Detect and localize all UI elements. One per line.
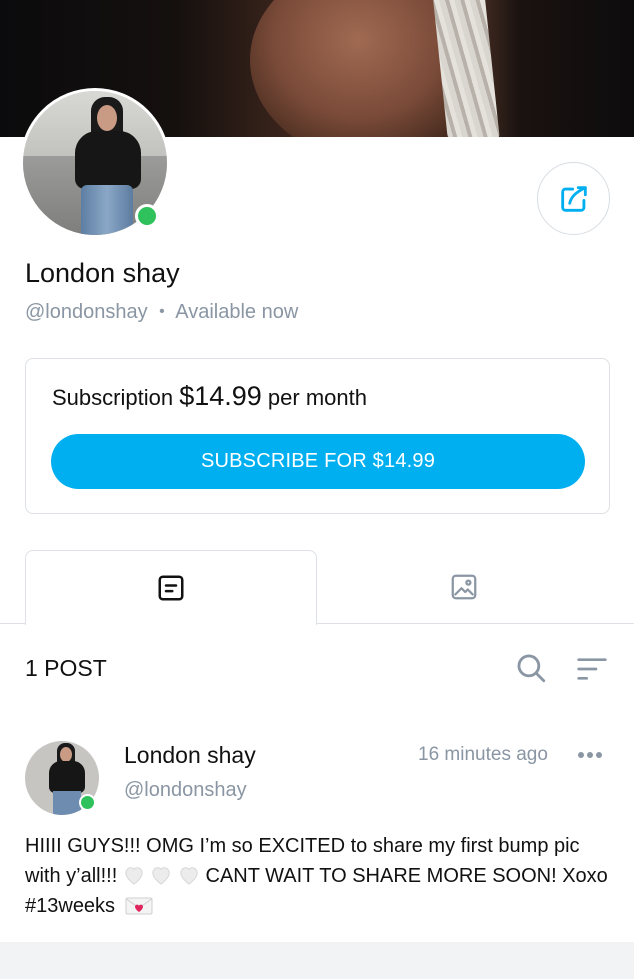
profile-handle-line: @londonshay • Available now xyxy=(25,301,298,324)
white-heart-icon xyxy=(180,867,198,885)
subscribe-button[interactable]: SUBSCRIBE FOR $14.99 xyxy=(51,434,585,489)
sort-icon[interactable] xyxy=(576,655,608,683)
image-icon xyxy=(451,574,476,600)
tab-posts[interactable] xyxy=(25,550,317,625)
share-icon xyxy=(560,185,587,212)
content-tabs xyxy=(0,550,634,625)
online-status-dot xyxy=(135,204,159,228)
subscription-price: $14.99 xyxy=(179,381,262,411)
profile-name: London shay xyxy=(25,258,180,288)
subscription-label: Subscription xyxy=(52,385,174,410)
subscription-text: Subscription $14.99 per month xyxy=(52,381,367,412)
posts-icon xyxy=(158,575,184,601)
post-count: 1 POST xyxy=(25,655,107,681)
more-options-icon[interactable] xyxy=(578,752,602,758)
post-online-dot xyxy=(79,794,96,811)
subscription-period: per month xyxy=(267,385,367,410)
white-heart-icon xyxy=(125,867,143,885)
post-author-handle[interactable]: @londonshay xyxy=(124,779,247,802)
search-icon[interactable] xyxy=(514,651,548,685)
tab-media[interactable] xyxy=(317,550,610,624)
love-letter-icon xyxy=(125,897,153,915)
subscription-card: Subscription $14.99 per month SUBSCRIBE … xyxy=(25,358,610,514)
post-timestamp[interactable]: 16 minutes ago xyxy=(418,744,548,766)
availability-status: Available now xyxy=(175,301,299,323)
post-body: HIIII GUYS!!! OMG I’m so EXCITED to shar… xyxy=(25,831,615,921)
footer-divider xyxy=(0,942,634,979)
separator-dot: • xyxy=(159,303,165,320)
share-button[interactable] xyxy=(537,162,610,235)
profile-handle[interactable]: @londonshay xyxy=(25,301,148,323)
post-author-name[interactable]: London shay xyxy=(124,742,256,769)
white-heart-icon xyxy=(152,867,171,885)
